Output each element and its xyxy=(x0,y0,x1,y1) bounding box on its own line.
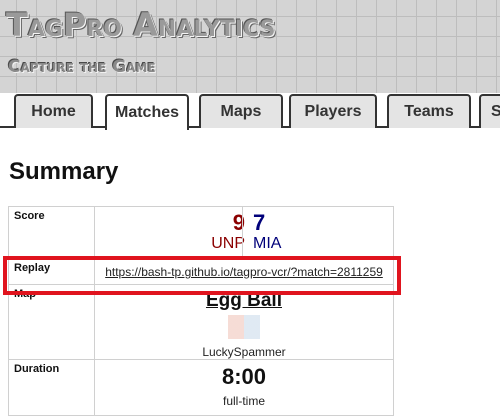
map-name-link[interactable]: Egg Ball xyxy=(95,285,393,312)
score-value: 9 UNP 7 MIA xyxy=(94,206,394,259)
tab-players[interactable]: Players xyxy=(289,94,377,128)
tab-home[interactable]: Home xyxy=(14,94,93,128)
blue-team-name[interactable]: MIA xyxy=(253,235,281,253)
duration-label: Duration xyxy=(8,359,95,416)
score-row: Score 9 UNP 7 MIA xyxy=(8,206,394,259)
map-value: Egg Ball LuckySpammer xyxy=(94,284,394,360)
map-row: Map Egg Ball LuckySpammer xyxy=(8,284,394,360)
red-score: 9 xyxy=(232,210,245,235)
main-nav: Home Matches Maps Players Teams S xyxy=(0,88,500,130)
duration-note: full-time xyxy=(222,394,265,408)
score-label: Score xyxy=(8,206,95,259)
duration-value: 8:00 xyxy=(221,364,267,389)
site-subtitle: Capture the Game xyxy=(8,57,156,77)
replay-label: Replay xyxy=(8,258,95,285)
site-title[interactable]: TagPro Analytics xyxy=(6,6,275,44)
duration-row: Duration 8:00 full-time xyxy=(8,359,394,416)
duration-value-cell: 8:00 full-time xyxy=(94,359,394,416)
map-label: Map xyxy=(8,284,95,360)
map-thumbnail[interactable] xyxy=(228,315,260,339)
tab-matches[interactable]: Matches xyxy=(105,94,189,130)
red-team-score: 9 UNP xyxy=(211,211,245,253)
summary-heading: Summary xyxy=(9,158,119,185)
blue-score: 7 xyxy=(253,210,266,235)
tab-more[interactable]: S xyxy=(479,94,500,128)
tab-maps[interactable]: Maps xyxy=(199,94,283,128)
summary-table: Score 9 UNP 7 MIA Replay https://bash-tp… xyxy=(8,206,394,416)
map-author: LuckySpammer xyxy=(202,345,286,359)
site-header: TagPro Analytics Capture the Game xyxy=(0,0,500,93)
replay-link[interactable]: https://bash-tp.github.io/tagpro-vcr/?ma… xyxy=(95,259,393,279)
tab-teams[interactable]: Teams xyxy=(387,94,471,128)
score-divider xyxy=(242,207,243,259)
replay-value: https://bash-tp.github.io/tagpro-vcr/?ma… xyxy=(94,258,394,285)
red-team-name[interactable]: UNP xyxy=(211,235,245,253)
blue-team-score: 7 MIA xyxy=(253,211,281,253)
replay-row: Replay https://bash-tp.github.io/tagpro-… xyxy=(8,258,394,285)
page: TagPro Analytics Capture the Game Home M… xyxy=(0,0,500,419)
